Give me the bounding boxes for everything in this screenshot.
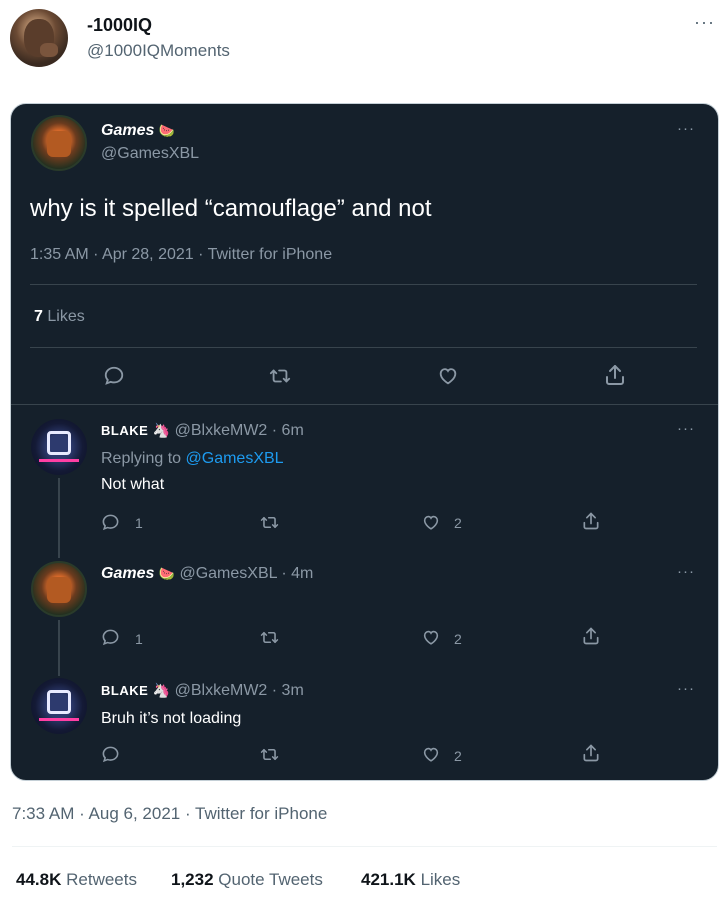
- more-icon: ···: [677, 563, 695, 580]
- share-icon: [581, 511, 601, 531]
- games-avatar: [31, 115, 87, 171]
- like-icon: [421, 628, 441, 647]
- reply-icon: [101, 513, 120, 532]
- quoted-screenshot: Games 🍉 @GamesXBL ··· why is it spelled …: [10, 103, 719, 781]
- share-icon: [581, 743, 601, 763]
- author-avatar[interactable]: [10, 9, 68, 67]
- reply-text: Bruh it’s not loading: [101, 710, 242, 727]
- watermelon-emoji-icon: 🍉: [158, 566, 176, 581]
- like-count: 2: [454, 631, 462, 647]
- author-handle[interactable]: @1000IQMoments: [87, 41, 230, 61]
- retweet-icon: [268, 365, 292, 387]
- reply-icon: [101, 745, 120, 764]
- tweet-timestamp[interactable]: 7:33 AM · Aug 6, 2021 · Twitter for iPho…: [12, 804, 327, 824]
- blake-avatar: [31, 419, 87, 475]
- quoted-tweet-text: why is it spelled “camouflage” and not: [30, 195, 432, 222]
- like-icon: [421, 745, 441, 764]
- retweet-icon: [259, 513, 280, 532]
- unicorn-emoji-icon: 🦄: [152, 422, 171, 438]
- more-icon: ···: [677, 120, 695, 137]
- replying-to: Replying to @GamesXBL: [101, 450, 284, 467]
- like-icon: [421, 513, 441, 532]
- reply-icon: [103, 365, 125, 387]
- share-icon: [581, 626, 601, 646]
- blake-avatar: [31, 678, 87, 734]
- divider: [30, 347, 697, 348]
- like-count: 2: [454, 515, 462, 531]
- retweet-icon: [259, 745, 280, 764]
- thread-line: [58, 620, 60, 676]
- more-icon: ···: [677, 680, 695, 697]
- quoted-display-name: Games 🍉: [101, 122, 176, 139]
- thread-line: [58, 478, 60, 558]
- like-icon: [436, 365, 460, 387]
- quoted-handle: @GamesXBL: [101, 145, 200, 162]
- games-avatar: [31, 561, 87, 617]
- reply-count: 1: [135, 515, 143, 531]
- reply-text: Not what: [101, 476, 165, 493]
- share-icon: [603, 363, 627, 387]
- divider: [12, 846, 717, 847]
- quoted-timestamp: 1:35 AM · Apr 28, 2021 · Twitter for iPh…: [30, 246, 333, 263]
- reply-header: Games 🍉 @GamesXBL · 4m: [101, 565, 314, 582]
- likes-stat[interactable]: 421.1K Likes: [361, 870, 460, 890]
- reply-icon: [101, 628, 120, 647]
- retweet-icon: [259, 628, 280, 647]
- retweets-stat[interactable]: 44.8K Retweets: [16, 870, 137, 890]
- reply-header: BLAKE 🦄 @BlxkeMW2 · 3m: [101, 682, 304, 699]
- divider: [30, 284, 697, 285]
- author-display-name[interactable]: -1000IQ: [87, 15, 152, 36]
- reply-header: BLAKE 🦄 @BlxkeMW2 · 6m: [101, 422, 304, 439]
- like-count: 2: [454, 748, 462, 764]
- divider: [11, 404, 718, 405]
- quoted-likes: 7 Likes: [34, 308, 85, 325]
- reply-count: 1: [135, 631, 143, 647]
- watermelon-emoji-icon: 🍉: [158, 123, 176, 138]
- unicorn-emoji-icon: 🦄: [152, 682, 171, 698]
- more-icon: ···: [677, 420, 695, 437]
- quote-tweets-stat[interactable]: 1,232 Quote Tweets: [171, 870, 323, 890]
- more-icon[interactable]: ···: [694, 12, 715, 33]
